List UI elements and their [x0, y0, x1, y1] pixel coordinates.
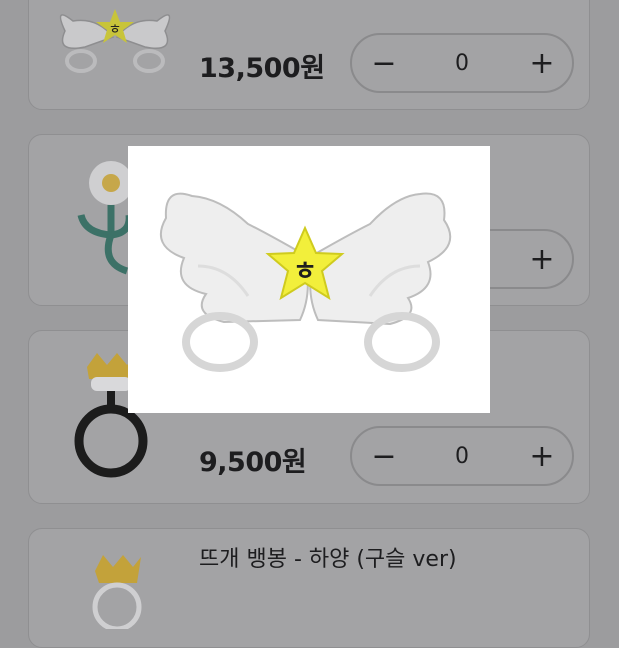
- quantity-value: 0: [455, 50, 469, 76]
- angel-wings-keyring-icon: ㅎ: [59, 9, 171, 73]
- decrease-quantity-button[interactable]: −: [356, 35, 412, 91]
- increase-quantity-button[interactable]: +: [514, 231, 570, 287]
- svg-text:ㅎ: ㅎ: [109, 22, 122, 38]
- popup-star-letter: ㅎ: [293, 257, 317, 287]
- product-price: 9,500원: [199, 447, 307, 478]
- decrease-quantity-button[interactable]: −: [356, 428, 412, 484]
- product-card: 뜨개 뱅봉 - 하양 (구슬 ver): [28, 528, 590, 648]
- increase-quantity-button[interactable]: +: [514, 428, 570, 484]
- quantity-stepper: − 0 +: [350, 426, 574, 486]
- angel-wings-keyring-icon: ㅎ: [160, 192, 452, 372]
- crown-bead-keyring-icon: [92, 555, 142, 629]
- product-price: 13,500원: [199, 53, 325, 84]
- quantity-stepper: − 0 +: [350, 33, 574, 93]
- product-image-preview[interactable]: ㅎ: [128, 146, 490, 413]
- product-name: 뜨개 뱅봉 - 하양 (구슬 ver): [199, 547, 457, 572]
- increase-quantity-button[interactable]: +: [514, 35, 570, 91]
- quantity-value: 0: [455, 443, 469, 469]
- product-card: ㅎ 13,500원 − 0 +: [28, 0, 590, 110]
